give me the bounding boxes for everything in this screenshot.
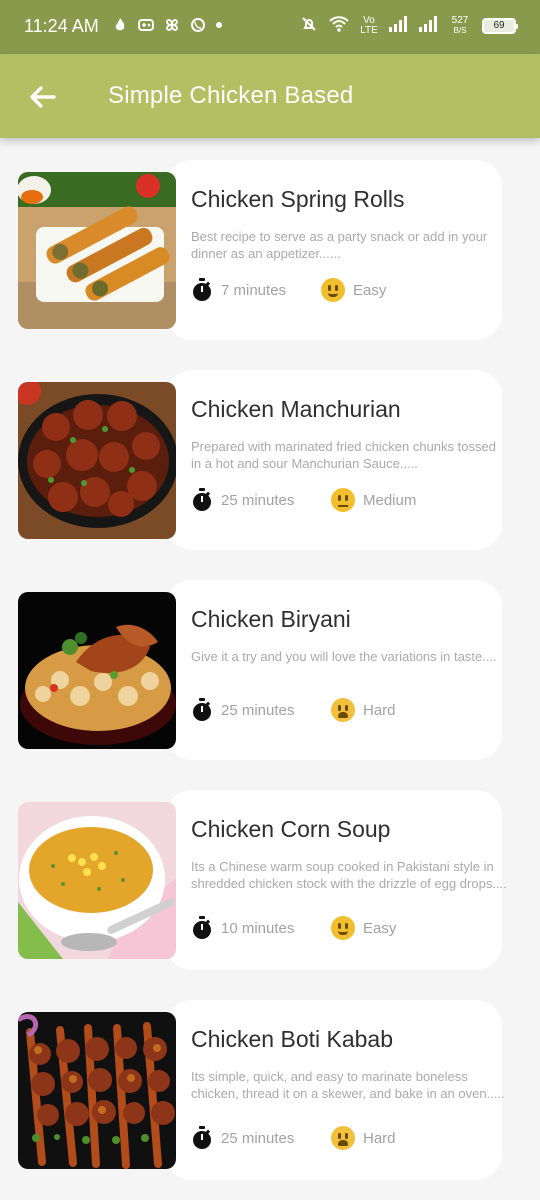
whatsapp-icon bbox=[190, 17, 206, 33]
recipe-meta: 10 minutes Easy bbox=[191, 916, 396, 940]
stopwatch-icon bbox=[191, 1126, 213, 1150]
recipe-title: Chicken Biryani bbox=[191, 606, 351, 632]
cooking-time: 25 minutes bbox=[221, 701, 295, 719]
page-title: Simple Chicken Based bbox=[108, 82, 354, 109]
notification-icons bbox=[112, 17, 222, 33]
network-type: Vo LTE bbox=[360, 14, 378, 36]
do-not-disturb-icon bbox=[300, 15, 318, 36]
neutral-face-icon bbox=[331, 488, 355, 512]
data-speed-unit: B/S bbox=[453, 25, 467, 35]
stopwatch-icon bbox=[191, 278, 213, 302]
recipe-image-spring-rolls bbox=[18, 172, 176, 329]
battery-icon: 69 bbox=[482, 17, 518, 34]
recipe-title: Chicken Boti Kabab bbox=[191, 1026, 394, 1052]
status-indicators: Vo LTE 527 B/S 69 bbox=[300, 14, 518, 36]
recipe-image-biryani bbox=[18, 592, 176, 749]
pinwheel-icon bbox=[164, 17, 180, 33]
stopwatch-icon bbox=[191, 698, 213, 722]
cooking-time: 10 minutes bbox=[221, 919, 295, 937]
more-notifications-dot bbox=[216, 22, 222, 28]
difficulty-label: Hard bbox=[363, 701, 396, 719]
back-button[interactable] bbox=[26, 80, 60, 114]
slightly-smiling-face-icon bbox=[331, 916, 355, 940]
signal-strength-icon bbox=[388, 15, 408, 36]
recipe-meta: 25 minutes Hard bbox=[191, 698, 396, 722]
wifi-icon bbox=[328, 15, 350, 36]
stopwatch-icon bbox=[191, 488, 213, 512]
recipe-description: Its a Chinese warm soup cooked in Pakist… bbox=[191, 859, 507, 891]
recipe-description: Give it a try and you will love the vari… bbox=[191, 649, 497, 664]
arrow-left-icon bbox=[30, 86, 56, 108]
game-controller-icon bbox=[138, 17, 154, 33]
difficulty-label: Medium bbox=[363, 491, 417, 509]
data-speed-value: 527 bbox=[451, 14, 469, 26]
recipe-title: Chicken Corn Soup bbox=[191, 816, 391, 842]
status-time: 11:24 AM bbox=[24, 16, 99, 36]
recipe-title: Chicken Spring Rolls bbox=[191, 186, 405, 212]
recipe-image-boti-kabab bbox=[18, 1012, 176, 1169]
cooking-time: 7 minutes bbox=[221, 281, 287, 299]
recipe-meta: 25 minutes Hard bbox=[191, 1126, 396, 1150]
anxious-face-icon bbox=[331, 698, 355, 722]
app-bar: Simple Chicken Based bbox=[0, 54, 540, 138]
recipe-description: Prepared with marinated fried chicken ch… bbox=[191, 439, 496, 471]
difficulty-label: Hard bbox=[363, 1129, 396, 1147]
status-bar: 11:24 AM Vo LTE 527 B/S 69 bbox=[0, 0, 540, 54]
recipe-meta: 7 minutes Easy bbox=[191, 278, 386, 302]
data-speed: 527 B/S bbox=[448, 14, 472, 36]
signal-strength-secondary-icon bbox=[418, 15, 438, 36]
slightly-smiling-face-icon bbox=[321, 278, 345, 302]
recipe-meta: 25 minutes Medium bbox=[191, 488, 416, 512]
recipe-image-corn-soup bbox=[18, 802, 176, 959]
difficulty-label: Easy bbox=[353, 281, 387, 299]
cooking-time: 25 minutes bbox=[221, 491, 295, 509]
stopwatch-icon bbox=[191, 916, 213, 940]
anxious-face-icon bbox=[331, 1126, 355, 1150]
recipe-title: Chicken Manchurian bbox=[191, 396, 401, 422]
recipe-image-manchurian bbox=[18, 382, 176, 539]
recipe-description: Its simple, quick, and easy to marinate … bbox=[191, 1069, 505, 1101]
difficulty-label: Easy bbox=[363, 919, 397, 937]
cooking-time: 25 minutes bbox=[221, 1129, 295, 1147]
recipe-description: Best recipe to serve as a party snack or… bbox=[191, 229, 488, 261]
flame-icon bbox=[112, 17, 128, 33]
